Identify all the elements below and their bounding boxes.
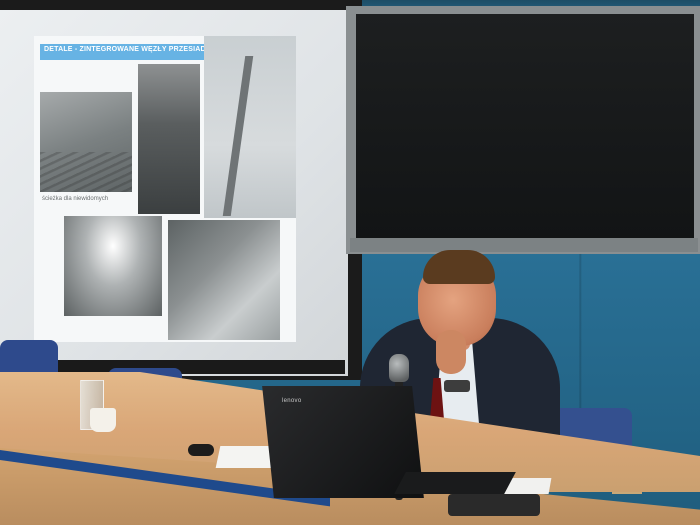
slide-photo-tunnel — [64, 216, 162, 316]
wristwatch — [444, 380, 470, 392]
computer-mouse — [188, 444, 214, 456]
speaker-hair — [423, 250, 495, 284]
tv-screen — [356, 14, 694, 242]
slide-title: DETALE - ZINTEGROWANE WĘZŁY PRZESIADKOWE — [44, 46, 229, 53]
microphone — [389, 354, 409, 382]
laptop-logo: lenovo — [282, 398, 302, 404]
tv-bottom-bezel — [350, 238, 698, 252]
slide-caption: ścieżka dla niewidomych — [42, 196, 109, 202]
slide-photo-corridor — [138, 64, 200, 214]
presentation-slide: DETALE - ZINTEGROWANE WĘZŁY PRZESIADKOWE… — [34, 36, 296, 342]
speaker-hand — [436, 330, 466, 374]
slide-photo-platform — [204, 36, 296, 218]
slide-photo-tactile-floor — [40, 92, 132, 192]
laptop-base — [394, 472, 516, 494]
cup — [90, 408, 116, 432]
desk-device — [448, 494, 540, 516]
slide-photo-passage — [168, 220, 280, 340]
projection-screen: DETALE - ZINTEGROWANE WĘZŁY PRZESIADKOWE… — [0, 10, 348, 376]
